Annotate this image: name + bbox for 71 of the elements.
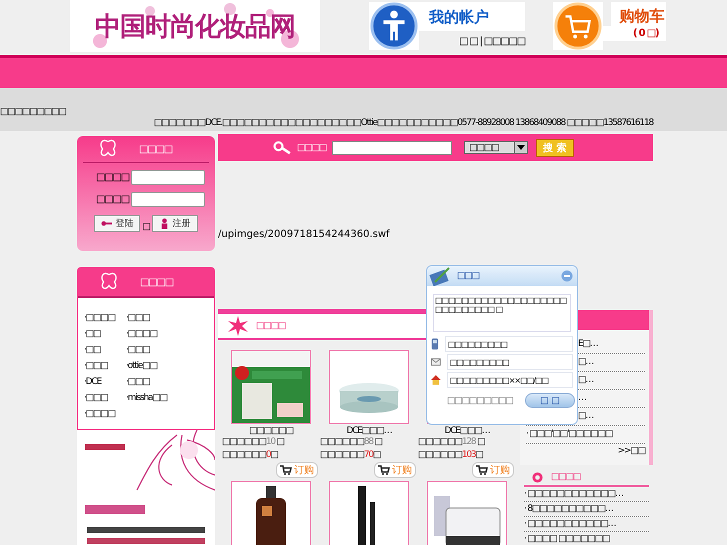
account-title[interactable]: 我的帐户 — [419, 2, 525, 31]
ring-icon — [532, 472, 543, 482]
category-title: □□□□ — [140, 276, 173, 288]
member-price: □□□□□□0□ — [222, 449, 278, 462]
member-price: □□□□□□103□ — [418, 449, 483, 462]
caret-icon — [517, 145, 526, 150]
category-link[interactable]: ·□□□ — [126, 344, 214, 357]
field-label: □□□□ — [96, 172, 129, 183]
input-field[interactable] — [131, 192, 205, 207]
register-button[interactable]: 注册 — [152, 215, 198, 232]
more-link[interactable]: >>□□ — [618, 446, 645, 456]
separator-text: □ — [142, 222, 150, 232]
article-link[interactable]: · 8□□□□□□□□□□… — [524, 502, 649, 517]
product-name[interactable]: DCE□□□… — [444, 426, 490, 436]
phone-icon — [431, 338, 439, 350]
category-link[interactable]: ·□□ — [84, 344, 126, 357]
submit-button[interactable]: □ □ — [525, 393, 575, 408]
category-link[interactable]: ·□□□ — [126, 312, 214, 325]
search-label: □□□□ — [297, 142, 326, 152]
article-link[interactable]: · □□□□ □□□□□□□ — [524, 532, 649, 545]
popup-link[interactable]: □□□□□□□□□ — [447, 396, 513, 406]
cart-icon — [476, 465, 488, 475]
product-name[interactable]: □□□□□□ — [249, 426, 293, 436]
category-link[interactable]: ·DCE — [84, 376, 126, 389]
login-title: □□□□ — [139, 144, 172, 154]
article-link[interactable]: · □□□□□□□□□□□… — [524, 517, 649, 532]
product-name[interactable]: DCE□□□… — [346, 426, 392, 436]
category-link[interactable]: ·□□□□ — [126, 328, 214, 341]
notice-text: □□□□□□□□□ — [0, 107, 66, 117]
flash-path-text: /upimges/2009718154244360.swf — [218, 229, 390, 240]
category-link[interactable]: ·□□□ — [84, 360, 126, 373]
cart-icon — [280, 465, 292, 475]
news-link[interactable]: · □□□'□□'□□□□□□ — [526, 426, 645, 444]
section-title: □□□□ — [256, 321, 286, 331]
cart-title[interactable]: 购物车 — [611, 2, 666, 26]
category-link[interactable]: ·ottie□□ — [126, 360, 214, 373]
cart-icon — [378, 465, 390, 475]
category-link[interactable]: ·□□□ — [126, 376, 214, 389]
input-field[interactable]: □□□□□□□□□××□□/□□ — [446, 372, 573, 388]
cart-count: ( 0 □) — [603, 26, 666, 41]
cart-icon[interactable] — [553, 2, 603, 50]
category-link[interactable]: ·□□□□ — [84, 408, 126, 421]
account-links[interactable]: □ □ | □□□□□ — [459, 36, 525, 47]
login-button[interactable]: 登陆 — [94, 215, 140, 232]
site-logo[interactable]: 中国时尚化妆品网 — [70, 0, 320, 52]
category-link[interactable]: ·□□□□ — [84, 312, 126, 325]
input-field[interactable]: □□□□□□□□□ — [446, 354, 573, 370]
search-icon[interactable] — [273, 140, 291, 154]
starburst-icon — [228, 316, 248, 336]
input-field[interactable]: □□□□□□□□□ — [444, 336, 573, 352]
market-price: □□□□□□128 □ — [418, 436, 484, 449]
input-field[interactable] — [131, 170, 205, 185]
market-price: □□□□□□10 □ — [222, 436, 284, 449]
search-field[interactable] — [332, 140, 452, 154]
category-link[interactable]: ·□□ — [84, 328, 126, 341]
person-icon[interactable] — [369, 2, 419, 50]
article-link[interactable]: · □□□□□□□□□□□□… — [524, 487, 649, 502]
mail-icon — [431, 358, 441, 366]
category-link[interactable]: ·missha□□ — [126, 392, 214, 405]
member-price: □□□□□□70□ — [320, 449, 380, 462]
key-icon — [101, 218, 112, 229]
message-field[interactable]: □□□□□□□□□□□□□□□□□□□□□□□□□□□□□ □ — [433, 294, 571, 332]
house-icon — [431, 375, 441, 385]
category-link[interactable]: ·□□□ — [84, 392, 126, 405]
field-label: □□□□ — [96, 194, 129, 205]
popup-title: □□□ — [457, 271, 480, 281]
category-select[interactable]: □□□□ — [464, 141, 528, 154]
minimize-icon[interactable] — [561, 270, 573, 282]
articles-title: □□□□ — [551, 472, 580, 482]
marquee-text: □□□□□□□DCE.□□□□□□□□□□□□□□□□□□□Ottie□□□□□□□□□□□0577-88928008 13868409088 □□□□□13587616118 — [154, 118, 653, 128]
market-price: □□□□□□88 □ — [320, 436, 382, 449]
